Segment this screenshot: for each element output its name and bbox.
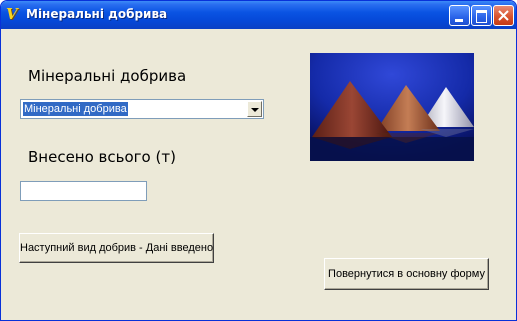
next-fertilizer-button[interactable]: Наступний вид добрив - Дані введено: [19, 233, 214, 263]
total-input[interactable]: [20, 181, 147, 201]
title-bar[interactable]: V Мінеральні добрива: [1, 1, 516, 29]
main-window: V Мінеральні добрива Мінеральні добрива …: [0, 0, 517, 321]
fertilizer-heaps-picture: [310, 53, 474, 161]
fertilizer-label: Мінеральні добрива: [28, 67, 187, 85]
minimize-button[interactable]: [449, 5, 470, 26]
close-icon: [498, 10, 509, 21]
chevron-down-icon[interactable]: [247, 101, 262, 117]
total-label: Внесено всього (т): [28, 148, 176, 166]
back-to-main-button[interactable]: Повернутися в основну форму: [324, 258, 489, 290]
app-icon: V: [6, 5, 18, 23]
fertilizer-select[interactable]: Мінеральні добрива: [20, 99, 264, 119]
maximize-button[interactable]: [471, 5, 492, 26]
window-title: Мінеральні добрива: [26, 7, 168, 21]
close-button[interactable]: [493, 5, 514, 26]
fertilizer-heaps-image: [310, 53, 474, 161]
fertilizer-select-value: Мінеральні добрива: [23, 102, 128, 116]
